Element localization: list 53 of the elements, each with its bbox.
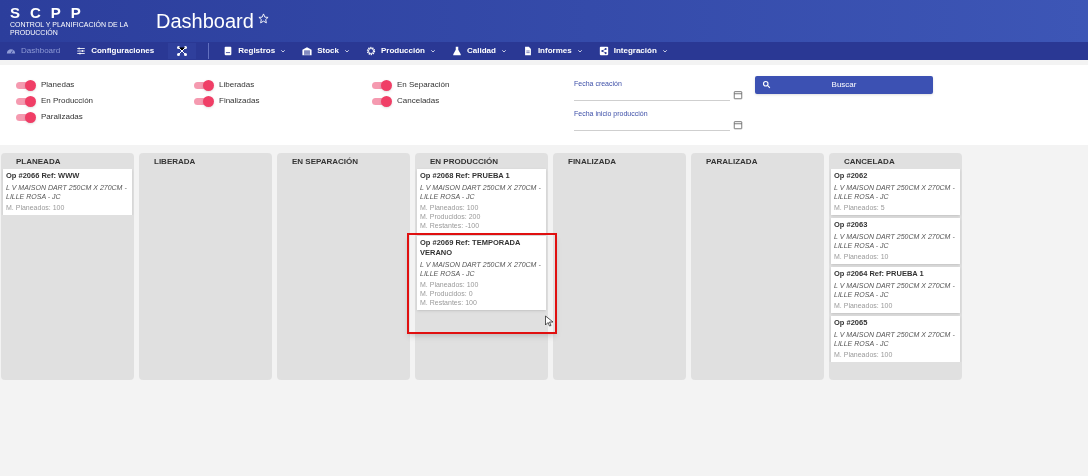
filter-label: Canceladas — [397, 95, 440, 107]
document-icon — [522, 46, 533, 56]
column-title: FINALIZADA — [567, 156, 617, 168]
nav-link[interactable]: Calidad — [450, 43, 509, 59]
gauge-icon — [6, 46, 16, 56]
filter-label: En Producción — [41, 95, 94, 107]
chevron-down-icon — [661, 48, 668, 54]
filter-label: Paralizadas — [41, 111, 83, 123]
toggle-switch[interactable] — [16, 94, 36, 108]
filter-label: Finalizadas — [219, 95, 260, 107]
toggle-switch[interactable] — [372, 94, 392, 108]
page-title: Dashboard — [156, 9, 254, 34]
column-title: EN PRODUCCIÓN — [429, 156, 499, 168]
nav-link[interactable]: Dashboard — [4, 43, 63, 59]
toggle-switch[interactable] — [194, 94, 214, 108]
nav-link[interactable]: Producción — [363, 43, 438, 59]
nav-link[interactable]: Stock — [300, 43, 352, 59]
search-button[interactable]: Buscar — [755, 76, 933, 94]
chevron-down-icon — [430, 48, 436, 54]
chevron-down-icon — [343, 48, 350, 54]
warehouse-icon — [302, 46, 313, 56]
hierarchy-icon — [176, 45, 189, 57]
column-title: LIBERADA — [153, 156, 197, 168]
toggle-switch[interactable] — [194, 78, 214, 92]
nav-link[interactable]: Informes — [520, 43, 585, 59]
favorite-star-icon[interactable] — [257, 12, 269, 24]
column-title: PARALIZADA — [705, 156, 759, 168]
filter-label: Planedas — [41, 79, 75, 91]
calendar-icon[interactable] — [733, 120, 743, 130]
flask-icon — [452, 46, 462, 56]
column-title: PLANEADA — [15, 156, 62, 168]
sliders-icon — [76, 46, 87, 56]
chevron-down-icon — [576, 48, 583, 54]
toggle-switch[interactable] — [16, 110, 36, 124]
toggle-switch[interactable] — [372, 78, 392, 92]
calendar-icon[interactable] — [733, 90, 743, 100]
column-title: EN SEPARACIÓN — [291, 156, 360, 168]
filter-label: Liberadas — [219, 79, 255, 91]
nav-link[interactable]: Registros — [221, 43, 289, 59]
logo-text: SCPP — [10, 5, 91, 20]
chevron-down-icon — [500, 48, 507, 54]
search-icon — [762, 80, 771, 89]
column-title: CANCELADA — [843, 156, 896, 168]
nav-link[interactable]: Configuraciones — [74, 43, 157, 59]
gear-icon — [365, 46, 376, 56]
cursor-icon — [544, 313, 556, 329]
toggle-switch[interactable] — [16, 78, 36, 92]
share-icon — [598, 46, 609, 56]
book-icon — [223, 46, 234, 56]
hierarchy-button[interactable] — [168, 43, 197, 59]
filter-label: En Separación — [397, 79, 450, 91]
nav-link[interactable]: Integración — [596, 43, 670, 59]
chevron-down-icon — [280, 48, 287, 54]
